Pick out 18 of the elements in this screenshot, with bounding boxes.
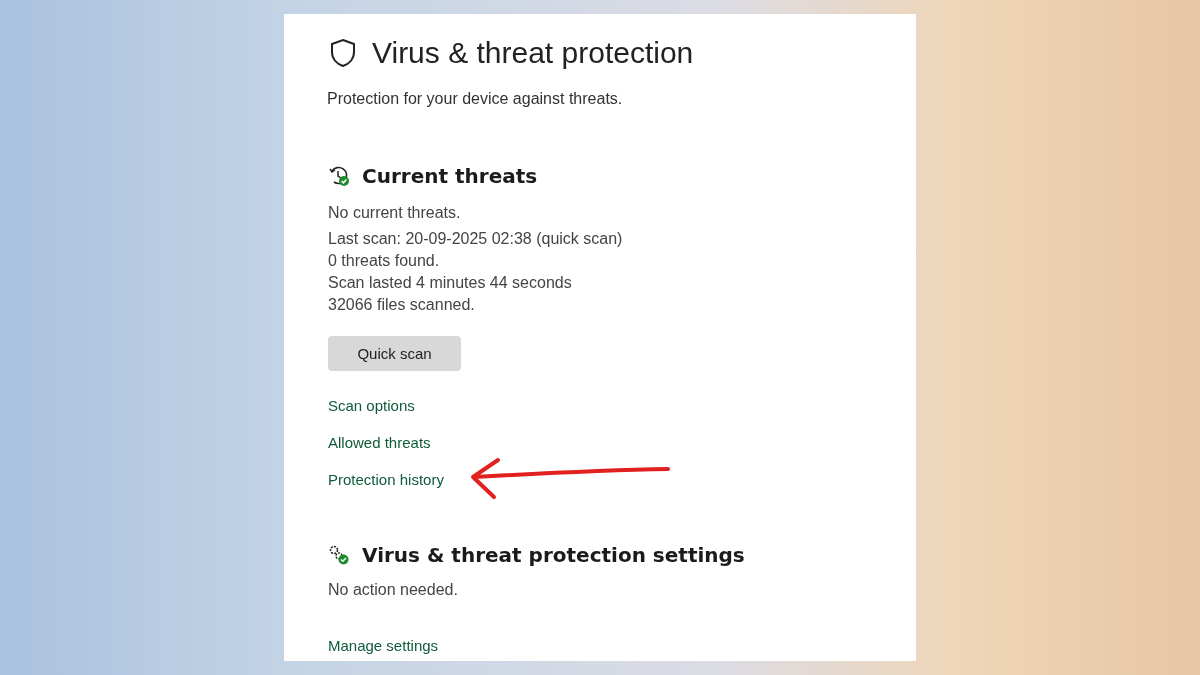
manage-settings-link[interactable]: Manage settings — [328, 635, 439, 657]
link[interactable]: Protection history — [328, 469, 444, 491]
link[interactable]: Allowed threats — [328, 432, 431, 454]
quick-scan-button[interactable]: Quick scan — [328, 336, 461, 371]
section-title: Current threats — [362, 164, 538, 188]
page-title: Virus & threat protection — [372, 36, 694, 70]
scan-clock-icon — [328, 165, 350, 187]
threat-status: No current threats. — [328, 203, 462, 223]
gears-icon — [328, 544, 350, 566]
shield-icon — [330, 38, 356, 68]
link[interactable]: Scan options — [328, 395, 415, 417]
settings-status: No action needed. — [328, 580, 459, 600]
scan-detail: Last scan: 20-09-2025 02:38 (quick scan) — [328, 229, 624, 249]
section-title: Virus & threat protection settings — [362, 543, 745, 567]
page-subtitle: Protection for your device against threats. — [327, 90, 624, 108]
scan-detail: Scan lasted 4 minutes 44 seconds — [328, 273, 573, 293]
scan-detail: 32066 files scanned. — [328, 295, 476, 315]
scan-detail: 0 threats found. — [328, 251, 441, 271]
